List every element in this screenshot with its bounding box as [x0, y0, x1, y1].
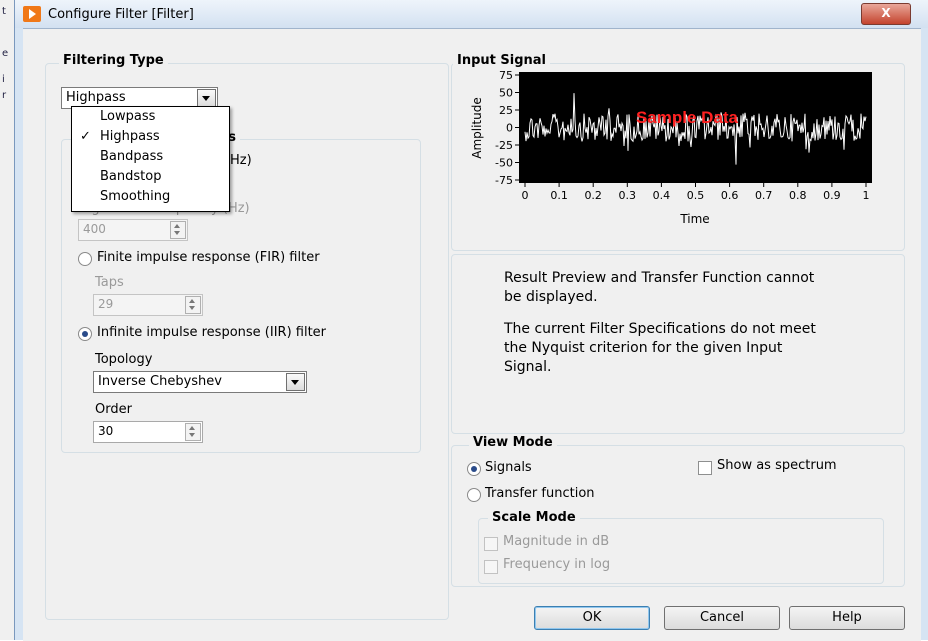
background-window-edge: t e i r: [0, 0, 15, 640]
show-spectrum-label: Show as spectrum: [717, 458, 837, 473]
input-signal-graph: Sample Data 7550250-25-50-75 0 0.1 0.2 0.3 0…: [470, 69, 872, 226]
transfer-function-radio[interactable]: [467, 488, 481, 502]
frequency-log-checkbox[interactable]: [484, 560, 498, 574]
order-value: 30: [98, 424, 114, 438]
y-tick-label: 0: [506, 122, 513, 135]
labview-app-icon: [23, 6, 41, 22]
title-bar[interactable]: Configure Filter [Filter] X: [15, 0, 928, 28]
x-axis-ticks: 0 0.1 0.2 0.3 0.4 0.5 0.6 0.7 0.8 0.9 1: [522, 183, 870, 202]
background-fragment: t: [2, 6, 6, 17]
show-spectrum-checkbox[interactable]: [698, 461, 712, 475]
ok-button[interactable]: OK: [534, 606, 650, 630]
menu-item-smoothing[interactable]: Smoothing: [72, 188, 229, 208]
configure-filter-dialog: Configure Filter [Filter] X Filtering Ty…: [14, 0, 928, 641]
x-tick-label: 0.1: [550, 189, 568, 202]
y-tick-label: -50: [495, 157, 513, 170]
filter-type-dropdown-menu: Lowpass ✓ Highpass Bandpass Bandstop Smo…: [71, 106, 230, 212]
filter-type-value: Highpass: [66, 90, 126, 105]
iir-label: Infinite impulse response (IIR) filter: [97, 325, 327, 340]
x-tick-label: 0.2: [584, 189, 602, 202]
signals-label: Signals: [485, 460, 532, 475]
spinner-icon[interactable]: [170, 221, 186, 239]
menu-item-highpass[interactable]: ✓ Highpass: [72, 128, 229, 148]
cancel-button[interactable]: Cancel: [664, 606, 780, 630]
chevron-down-icon[interactable]: [197, 89, 216, 107]
y-tick-label: 25: [499, 104, 513, 117]
sample-data-watermark: Sample Data: [636, 108, 739, 127]
topology-value: Inverse Chebyshev: [98, 374, 222, 389]
x-tick-label: 0.3: [619, 189, 637, 202]
taps-input[interactable]: 29: [93, 294, 203, 316]
x-tick-label: 0: [522, 189, 529, 202]
spinner-icon[interactable]: [185, 423, 201, 441]
transfer-function-label: Transfer function: [485, 486, 595, 501]
help-button[interactable]: Help: [789, 606, 905, 630]
y-axis-ticks: 75 50 25 0 -25 -50 -75: [495, 69, 519, 187]
result-message-line: Signal.: [504, 359, 552, 375]
topology-label: Topology: [95, 352, 153, 367]
x-tick-label: 0.9: [823, 189, 841, 202]
result-message-line: Result Preview and Transfer Function can…: [504, 270, 815, 286]
taps-value: 29: [98, 297, 114, 311]
x-tick-label: 1: [863, 189, 870, 202]
menu-item-lowpass[interactable]: Lowpass: [72, 108, 229, 128]
menu-item-bandstop[interactable]: Bandstop: [72, 168, 229, 188]
filtering-type-title: Filtering Type: [59, 53, 168, 68]
fir-radio[interactable]: [78, 252, 92, 266]
background-fragment: r: [2, 90, 7, 101]
x-tick-label: 0.4: [653, 189, 671, 202]
frequency-log-label: Frequency in log: [503, 557, 611, 572]
y-tick-label: 75: [499, 69, 513, 82]
dialog-client-area: Filtering Type Highpass ns Hz) High cuto…: [23, 28, 921, 641]
background-fragment: e: [2, 48, 9, 59]
scale-mode-title: Scale Mode: [488, 510, 580, 525]
scale-mode-group: [478, 518, 884, 584]
taps-label: Taps: [95, 275, 124, 290]
high-cutoff-value: 400: [83, 222, 106, 236]
x-tick-label: 0.8: [789, 189, 807, 202]
view-mode-title: View Mode: [469, 435, 557, 450]
result-message-line: The current Filter Specifications do not…: [504, 321, 816, 337]
spinner-icon[interactable]: [185, 296, 201, 314]
order-label: Order: [95, 402, 132, 417]
y-tick-label: 50: [499, 87, 513, 100]
magnitude-db-label: Magnitude in dB: [503, 534, 610, 549]
y-tick-label: -75: [495, 174, 513, 187]
fir-label: Finite impulse response (FIR) filter: [97, 250, 320, 265]
signals-radio[interactable]: [467, 462, 481, 476]
x-axis-label: Time: [679, 212, 709, 226]
window-title: Configure Filter [Filter]: [48, 7, 194, 22]
low-cutoff-label: Hz): [230, 153, 252, 168]
magnitude-db-checkbox[interactable]: [484, 537, 498, 551]
close-button[interactable]: X: [861, 3, 911, 25]
order-input[interactable]: 30: [93, 421, 203, 443]
checkmark-icon: ✓: [80, 129, 91, 144]
x-tick-label: 0.7: [755, 189, 773, 202]
result-message-line: the Nyquist criterion for the given Inpu…: [504, 340, 783, 356]
menu-item-bandpass[interactable]: Bandpass: [72, 148, 229, 168]
chevron-down-icon[interactable]: [286, 373, 305, 391]
y-axis-label: Amplitude: [470, 97, 484, 159]
high-cutoff-input[interactable]: 400: [78, 219, 188, 241]
iir-radio[interactable]: [78, 327, 92, 341]
y-tick-label: -25: [495, 139, 513, 152]
topology-select[interactable]: Inverse Chebyshev: [93, 371, 307, 393]
x-tick-label: 0.6: [721, 189, 739, 202]
background-fragment: i: [2, 74, 5, 85]
x-tick-label: 0.5: [687, 189, 705, 202]
result-message-line: be displayed.: [504, 289, 598, 305]
